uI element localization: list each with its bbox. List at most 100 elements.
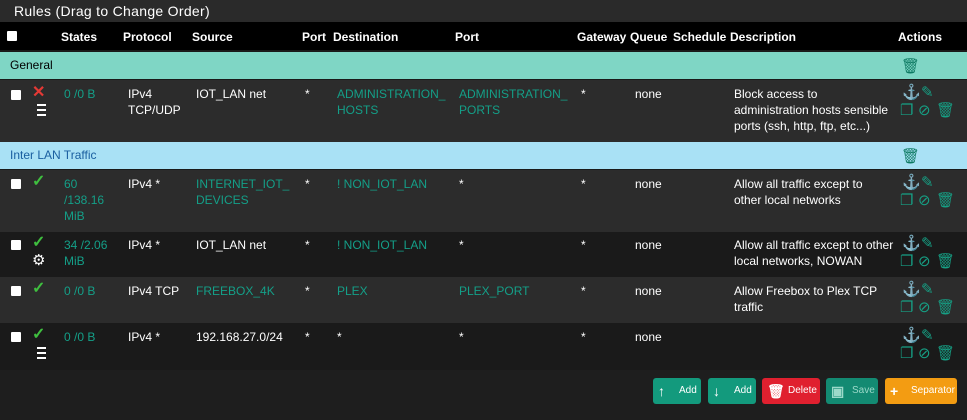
dest-port-value: * xyxy=(459,177,464,191)
row-checkbox[interactable] xyxy=(11,332,21,342)
gateway-value: * xyxy=(581,284,586,298)
states-value[interactable]: 0 /0 B xyxy=(64,86,95,102)
add-bottom-button[interactable]: ↓ Add xyxy=(708,378,756,404)
col-actions: Actions xyxy=(898,30,943,44)
table-row[interactable]: ✓ 0 /0 B IPv4 * 192.168.27.0/24 * * * * … xyxy=(0,323,967,368)
description-value: Block access to administration hosts sen… xyxy=(734,87,889,133)
states-value[interactable]: 34 /2.06 MiB xyxy=(64,237,114,269)
row-checkbox[interactable] xyxy=(11,90,21,100)
pencil-icon[interactable]: ✎ xyxy=(921,280,934,298)
protocol-value: IPv4 * xyxy=(128,330,161,344)
source-value[interactable]: FREEBOX_4K xyxy=(196,283,275,299)
dest-port-value: * xyxy=(459,238,464,252)
copy-icon[interactable]: ❐ xyxy=(900,344,913,362)
source-value: 192.168.27.0/24 xyxy=(196,330,283,344)
pencil-icon[interactable]: ✎ xyxy=(921,234,934,252)
dest-value[interactable]: ! NON_IOT_LAN xyxy=(337,237,427,253)
pencil-icon[interactable]: ✎ xyxy=(921,326,934,344)
description-value: Allow all traffic except to other local … xyxy=(734,177,863,207)
table-header: States Protocol Source Port Destination … xyxy=(0,22,967,50)
states-value[interactable]: 0 /0 B xyxy=(64,283,95,299)
description-value: Allow Freebox to Plex TCP traffic xyxy=(734,284,877,314)
queue-value: none xyxy=(635,330,662,344)
ban-icon[interactable]: ⊘ xyxy=(918,252,931,270)
x-icon[interactable]: ✕ xyxy=(32,85,45,101)
protocol-value: IPv4 * xyxy=(128,177,161,191)
states-value[interactable]: 0 /0 B xyxy=(64,329,95,345)
check-icon[interactable]: ✓ xyxy=(32,235,45,251)
dest-port-value: * xyxy=(459,330,464,344)
ban-icon[interactable]: ⊘ xyxy=(918,344,931,362)
ban-icon[interactable]: ⊘ xyxy=(918,101,931,119)
anchor-icon[interactable]: ⚓ xyxy=(902,83,921,101)
rules-panel: Rules (Drag to Change Order) States Prot… xyxy=(0,0,967,370)
dest-value[interactable]: ! NON_IOT_LAN xyxy=(337,176,427,192)
gateway-value: * xyxy=(581,177,586,191)
col-protocol: Protocol xyxy=(123,30,172,44)
pencil-icon[interactable]: ✎ xyxy=(921,173,934,191)
separator-label: Inter LAN Traffic xyxy=(10,148,97,162)
check-icon[interactable]: ✓ xyxy=(32,327,45,343)
table-row[interactable]: ✓ 0 /0 B IPv4 TCP FREEBOX_4K * PLEX PLEX… xyxy=(0,277,967,323)
source-value: IOT_LAN net xyxy=(196,87,267,101)
anchor-icon[interactable]: ⚓ xyxy=(902,280,921,298)
copy-icon[interactable]: ❐ xyxy=(900,298,913,316)
gateway-value: * xyxy=(581,87,586,101)
ban-icon[interactable]: ⊘ xyxy=(918,191,931,209)
dest-value[interactable]: ADMINISTRATION_ HOSTS xyxy=(337,86,445,118)
separator-button[interactable]: + Separator xyxy=(885,378,957,404)
check-icon[interactable]: ✓ xyxy=(32,281,45,297)
list-icon xyxy=(32,347,46,359)
col-dest-port: Port xyxy=(455,30,479,44)
dest-port-value[interactable]: ADMINISTRATION_ PORTS xyxy=(459,86,567,118)
trash-icon[interactable]: 🗑 xyxy=(901,57,920,75)
delete-button[interactable]: 🗑 Delete xyxy=(762,378,820,404)
col-source: Source xyxy=(192,30,233,44)
dest-value[interactable]: PLEX xyxy=(337,283,368,299)
trash-icon[interactable]: 🗑 xyxy=(936,191,955,209)
table-row[interactable]: ✓ ⚙ 34 /2.06 MiB IPv4 * IOT_LAN net * ! … xyxy=(0,232,967,277)
arrow-up-icon: ↑ xyxy=(658,383,665,399)
anchor-icon[interactable]: ⚓ xyxy=(902,234,921,252)
table-row[interactable]: ✕ 0 /0 B IPv4 TCP/UDP IOT_LAN net * ADMI… xyxy=(0,80,967,142)
col-gateway: Gateway xyxy=(577,30,627,44)
panel-title: Rules (Drag to Change Order) xyxy=(0,0,967,22)
dest-port-value[interactable]: PLEX_PORT xyxy=(459,283,529,299)
select-all-checkbox[interactable] xyxy=(7,31,17,41)
table-row[interactable]: ✓ 60 /138.16 MiB IPv4 * INTERNET_IOT_ DE… xyxy=(0,170,967,232)
source-port-value: * xyxy=(305,238,310,252)
dest-value: * xyxy=(337,330,342,344)
list-icon xyxy=(32,104,46,116)
trash-icon[interactable]: 🗑 xyxy=(936,252,955,270)
anchor-icon[interactable]: ⚓ xyxy=(902,173,921,191)
copy-icon[interactable]: ❐ xyxy=(900,191,913,209)
source-value[interactable]: INTERNET_IOT_ DEVICES xyxy=(196,176,296,208)
plus-icon: + xyxy=(890,383,899,399)
trash-icon[interactable]: 🗑 xyxy=(901,147,920,165)
row-checkbox[interactable] xyxy=(11,179,21,189)
row-checkbox[interactable] xyxy=(11,286,21,296)
col-queue: Queue xyxy=(630,30,668,44)
check-icon[interactable]: ✓ xyxy=(32,174,45,190)
states-value[interactable]: 60 /138.16 MiB xyxy=(64,176,114,224)
add-top-button[interactable]: ↑ Add xyxy=(653,378,701,404)
trash-icon[interactable]: 🗑 xyxy=(936,344,955,362)
arrow-down-icon: ↓ xyxy=(713,383,720,399)
trash-icon[interactable]: 🗑 xyxy=(936,101,955,119)
col-description: Description xyxy=(730,30,797,44)
ban-icon[interactable]: ⊘ xyxy=(918,298,931,316)
save-button[interactable]: ▣ Save xyxy=(826,378,878,404)
trash-icon[interactable]: 🗑 xyxy=(936,298,955,316)
separator-general[interactable]: General 🗑 xyxy=(0,52,967,79)
source-port-value: * xyxy=(305,330,310,344)
row-checkbox[interactable] xyxy=(11,240,21,250)
queue-value: none xyxy=(635,238,662,252)
copy-icon[interactable]: ❐ xyxy=(900,101,913,119)
col-source-port: Port xyxy=(302,30,326,44)
pencil-icon[interactable]: ✎ xyxy=(921,83,934,101)
separator-inter-lan[interactable]: Inter LAN Traffic 🗑 xyxy=(0,142,967,169)
anchor-icon[interactable]: ⚓ xyxy=(902,326,921,344)
copy-icon[interactable]: ❐ xyxy=(900,252,913,270)
queue-value: none xyxy=(635,87,662,101)
queue-value: none xyxy=(635,284,662,298)
